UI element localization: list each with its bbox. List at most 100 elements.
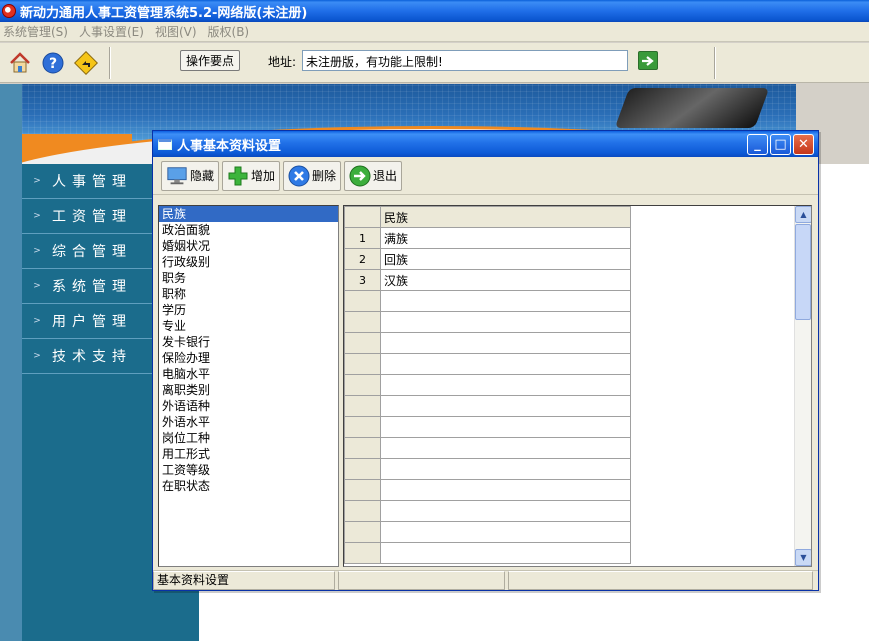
data-grid[interactable]: 民族 1 满族 2 回族 3 汉族 ▲ ▼	[343, 205, 812, 567]
delete-button[interactable]: 删除	[283, 160, 342, 191]
row-number	[344, 332, 381, 354]
table-row[interactable]	[344, 290, 631, 312]
grid-cell[interactable]	[380, 542, 631, 564]
grid-cell[interactable]	[380, 332, 631, 354]
navigate-icon[interactable]	[73, 50, 99, 76]
dialog-titlebar[interactable]: 人事基本资料设置 _ □ ✕	[153, 131, 818, 157]
menu-view[interactable]: 视图(V)	[152, 23, 205, 40]
table-row[interactable]	[344, 437, 631, 459]
list-item[interactable]: 岗位工种	[159, 430, 338, 446]
grid-cell[interactable]	[380, 416, 631, 438]
grid-cell[interactable]: 满族	[380, 227, 631, 249]
grid-cell[interactable]	[380, 311, 631, 333]
list-item[interactable]: 专业	[159, 318, 338, 334]
main-titlebar: 新动力通用人事工资管理系统5.2-网络版(未注册)	[0, 0, 869, 22]
column-header[interactable]: 民族	[380, 206, 631, 228]
home-icon[interactable]	[7, 50, 33, 76]
grid-cell[interactable]	[380, 437, 631, 459]
scroll-thumb[interactable]	[795, 224, 811, 320]
list-item[interactable]: 政治面貌	[159, 222, 338, 238]
list-item[interactable]: 职务	[159, 270, 338, 286]
list-item[interactable]: 发卡银行	[159, 334, 338, 350]
vertical-scrollbar[interactable]: ▲ ▼	[794, 206, 811, 566]
menu-personnel-settings[interactable]: 人事设置(E)	[76, 23, 152, 40]
grid-cell[interactable]	[380, 374, 631, 396]
address-input[interactable]: 未注册版，有功能上限制!	[302, 50, 628, 71]
menu-copyright[interactable]: 版权(B)	[205, 23, 258, 40]
row-number: 1	[344, 227, 381, 249]
minimize-button[interactable]: _	[747, 134, 768, 155]
menu-system[interactable]: 系统管理(S)	[0, 23, 76, 40]
add-button[interactable]: 增加	[222, 160, 281, 191]
left-strip	[0, 84, 22, 641]
hide-button[interactable]: 隐藏	[161, 160, 220, 191]
maximize-icon: □	[774, 137, 787, 152]
list-item[interactable]: 保险办理	[159, 350, 338, 366]
svg-text:?: ?	[49, 56, 57, 72]
category-list[interactable]: 民族 政治面貌 婚姻状况 行政级别 职务 职称 学历 专业 发卡银行 保险办理 …	[158, 205, 339, 567]
help-icon[interactable]: ?	[40, 50, 66, 76]
table-row[interactable]: 3 汉族	[344, 269, 631, 291]
list-item[interactable]: 职称	[159, 286, 338, 302]
scroll-down-button[interactable]: ▼	[795, 549, 811, 566]
table-row[interactable]	[344, 500, 631, 522]
table-row[interactable]	[344, 458, 631, 480]
list-item[interactable]: 电脑水平	[159, 366, 338, 382]
list-item[interactable]: 行政级别	[159, 254, 338, 270]
list-item[interactable]: 婚姻状况	[159, 238, 338, 254]
list-item[interactable]: 在职状态	[159, 478, 338, 494]
table-row[interactable]	[344, 332, 631, 354]
grid-cell[interactable]	[380, 521, 631, 543]
table-row[interactable]	[344, 311, 631, 333]
row-number	[344, 311, 381, 333]
toolbar-separator-right	[714, 47, 716, 79]
grid-cell[interactable]	[380, 395, 631, 417]
app-title: 新动力通用人事工资管理系统5.2-网络版(未注册)	[20, 5, 308, 21]
grid-cell[interactable]	[380, 500, 631, 522]
exit-arrow-icon	[349, 165, 371, 187]
table-row[interactable]	[344, 416, 631, 438]
scroll-up-button[interactable]: ▲	[795, 206, 811, 223]
chevron-up-icon: ▲	[800, 210, 807, 219]
grid-cell[interactable]: 回族	[380, 248, 631, 270]
table-row[interactable]: 2 回族	[344, 248, 631, 270]
row-number	[344, 395, 381, 417]
maximize-button[interactable]: □	[770, 134, 791, 155]
table-row[interactable]	[344, 395, 631, 417]
table-row[interactable]	[344, 353, 631, 375]
delete-icon	[288, 165, 310, 187]
list-item[interactable]: 外语语种	[159, 398, 338, 414]
grid-cell[interactable]	[380, 353, 631, 375]
list-item[interactable]: 离职类别	[159, 382, 338, 398]
corner-cell	[344, 206, 381, 228]
grid-header-row: 民族	[344, 206, 631, 228]
table-row[interactable]	[344, 374, 631, 396]
list-item[interactable]: 用工形式	[159, 446, 338, 462]
list-item[interactable]: 学历	[159, 302, 338, 318]
grid-cell[interactable]	[380, 458, 631, 480]
row-number	[344, 458, 381, 480]
chevron-right-icon: >	[33, 351, 41, 361]
grid-cell[interactable]	[380, 479, 631, 501]
exit-button[interactable]: 退出	[344, 160, 403, 191]
list-item[interactable]: 民族	[159, 206, 338, 222]
table-row[interactable]	[344, 542, 631, 564]
grid-cell[interactable]	[380, 290, 631, 312]
basic-info-dialog: 人事基本资料设置 _ □ ✕ 隐藏 增加 删除 退出 民族 政治面貌 婚姻状况 …	[152, 130, 819, 591]
tips-button[interactable]: 操作要点	[180, 50, 240, 71]
list-item[interactable]: 工资等级	[159, 462, 338, 478]
monitor-icon	[166, 165, 188, 187]
close-button[interactable]: ✕	[793, 134, 814, 155]
table-row[interactable]	[344, 479, 631, 501]
app-icon	[2, 4, 16, 18]
row-number	[344, 521, 381, 543]
grid-cell[interactable]: 汉族	[380, 269, 631, 291]
chevron-right-icon: >	[33, 176, 41, 186]
table-row[interactable]: 1 满族	[344, 227, 631, 249]
grid-table: 民族 1 满族 2 回族 3 汉族	[344, 206, 631, 564]
table-row[interactable]	[344, 521, 631, 543]
row-number	[344, 290, 381, 312]
address-label: 地址:	[268, 55, 297, 69]
go-button[interactable]	[638, 51, 658, 70]
list-item[interactable]: 外语水平	[159, 414, 338, 430]
